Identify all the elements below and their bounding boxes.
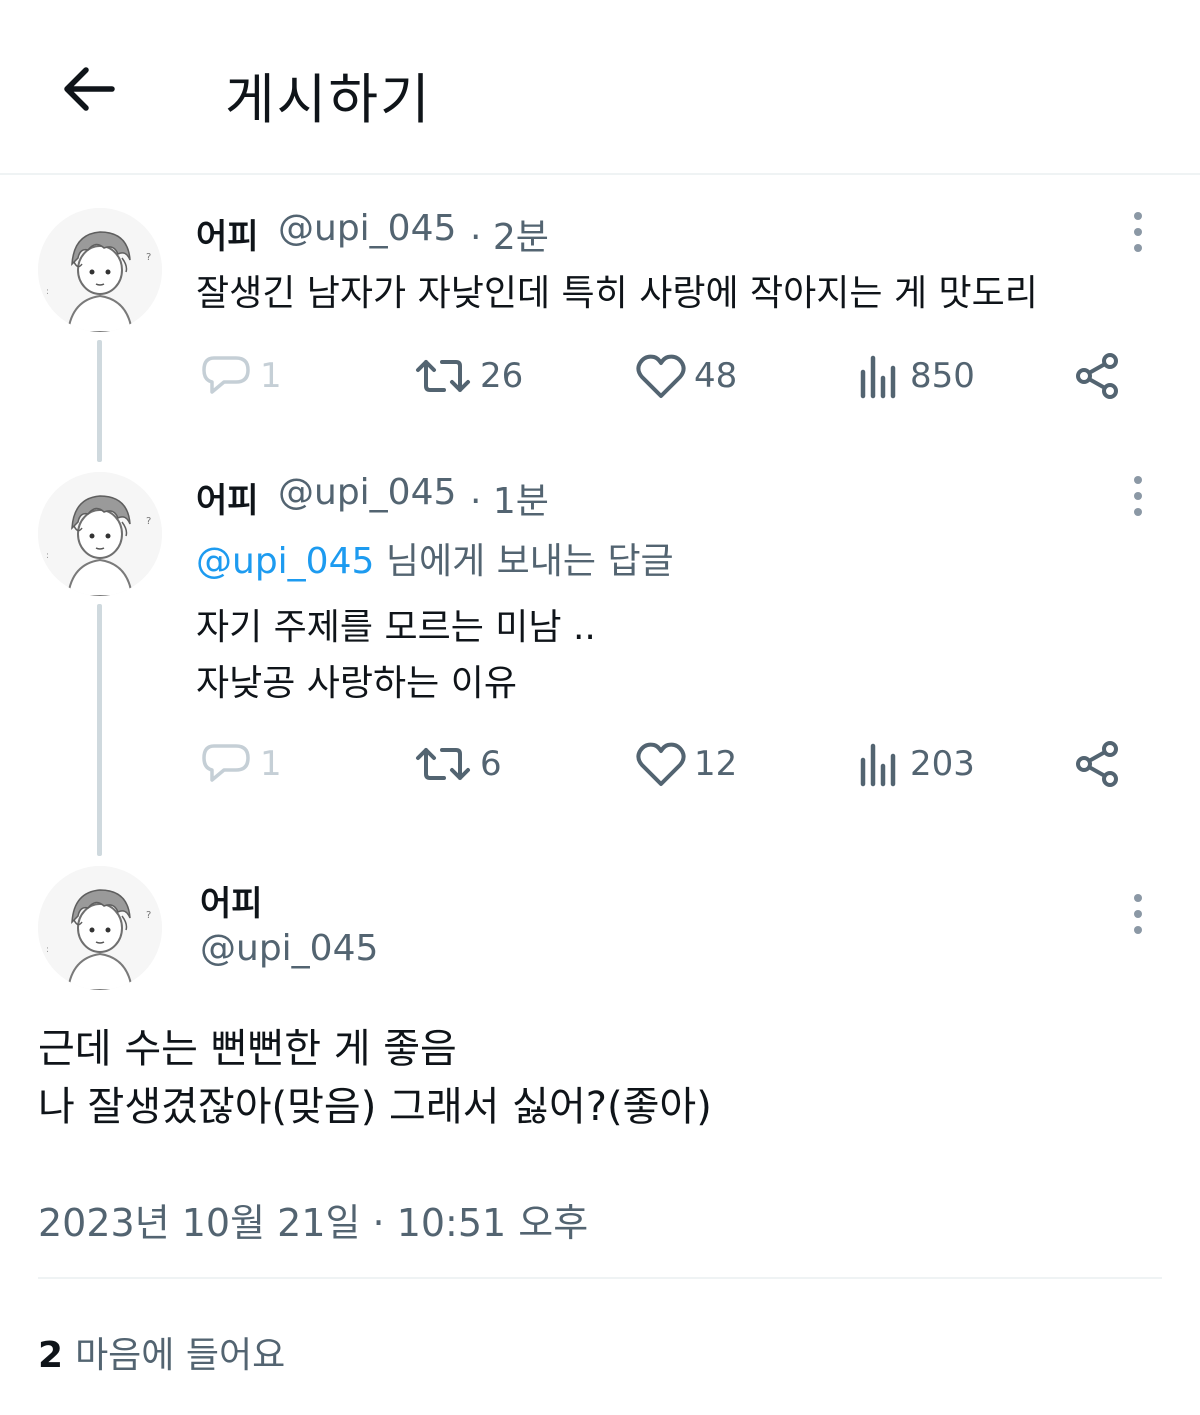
bar-chart-icon [860,743,896,787]
like-button[interactable]: 48 [636,352,737,400]
avatar[interactable] [38,866,162,990]
reply-context-label: 님에게 보내는 답글 [374,541,674,582]
likes-summary[interactable]: 2 마음에 들어요 [38,1326,285,1378]
like-count: 48 [694,356,738,396]
reply-count: 1 [260,356,282,396]
share-button[interactable] [1074,740,1122,788]
author-handle[interactable]: @upi_045 [200,928,378,969]
retweet-button[interactable]: 6 [414,740,502,788]
like-button[interactable]: 12 [636,740,737,788]
author-handle[interactable]: @upi_045 [278,472,456,513]
more-options-button[interactable] [1130,894,1146,938]
share-button[interactable] [1074,352,1122,400]
likes-label: 마음에 들어요 [75,1335,286,1376]
top-bar: 게시하기 [0,0,1200,175]
retweet-count: 26 [480,356,524,396]
reply-count: 1 [260,744,282,784]
post-timestamp[interactable]: 2023년 10월 21일 · 10:51 오후 [38,1192,588,1247]
thread-connector [97,604,102,856]
vertical-dots-icon [1134,476,1142,484]
main-post-text: 근데 수는 뻔뻔한 게 좋음 나 잘생겼잖아(맞음) 그래서 싫어?(좋아) [38,1020,712,1136]
heart-icon [636,354,686,398]
like-count: 12 [694,744,738,784]
author-name[interactable]: 어피 [200,876,263,925]
retweet-icon [416,748,470,780]
page-title: 게시하기 [225,68,432,131]
reply-mention-link[interactable]: @upi_045 [196,541,374,582]
more-options-button[interactable] [1130,476,1146,520]
author-name[interactable]: 어피 [196,473,259,522]
reply-button[interactable]: 1 [200,740,282,788]
vertical-dots-icon [1134,212,1142,220]
reply-context: @upi_045 님에게 보내는 답글 [196,532,674,584]
more-options-button[interactable] [1130,212,1146,256]
retweet-icon [416,360,470,392]
avatar[interactable] [38,472,162,596]
author-name[interactable]: 어피 [196,209,259,258]
comment-bubble-icon [202,744,250,782]
views-button[interactable]: 203 [858,740,975,788]
post-text-line: 자기 주제를 모르는 미남 .. [196,607,596,648]
vertical-dots-icon [1134,894,1142,902]
back-button[interactable] [58,58,120,120]
main-post-line: 근데 수는 뻔뻔한 게 좋음 [38,1026,457,1072]
bar-chart-icon [860,355,896,399]
thread-connector [97,340,102,462]
retweet-button[interactable]: 26 [414,352,523,400]
post-time[interactable]: · 2분 [470,208,549,260]
author-handle[interactable]: @upi_045 [278,208,456,249]
reply-button[interactable]: 1 [200,352,282,400]
post-text-line: 자낮공 사랑하는 이유 [196,663,517,704]
retweet-count: 6 [480,744,502,784]
divider [38,1277,1162,1279]
post-time[interactable]: · 1분 [470,472,549,524]
views-button[interactable]: 850 [858,352,975,400]
arrow-left-icon [64,67,115,111]
share-nodes-icon [1076,353,1118,399]
comment-bubble-icon [202,356,250,394]
main-post-line: 나 잘생겼잖아(맞음) 그래서 싫어?(좋아) [38,1084,712,1130]
view-count: 850 [910,356,975,396]
view-count: 203 [910,744,975,784]
avatar[interactable] [38,208,162,332]
likes-count: 2 [38,1335,64,1376]
post-text: 잘생긴 남자가 자낮인데 특히 사랑에 작아지는 게 맛도리 [196,273,1038,314]
heart-icon [636,742,686,786]
share-nodes-icon [1076,741,1118,787]
